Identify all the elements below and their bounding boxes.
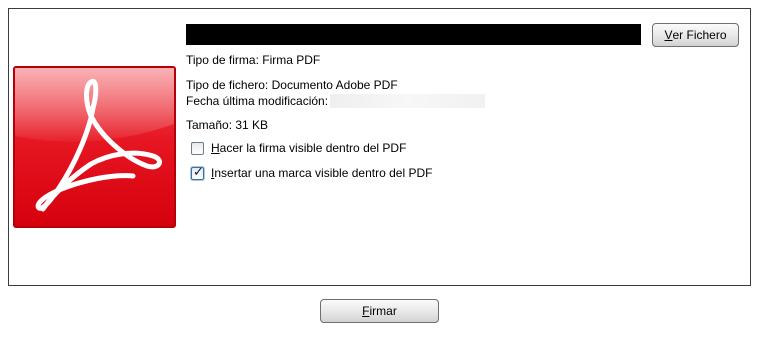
last-modified-label: Fecha última modificación: bbox=[186, 94, 329, 108]
visible-signature-mnemonic: H bbox=[211, 141, 220, 155]
visible-signature-label[interactable]: Hacer la firma visible dentro del PDF bbox=[211, 141, 406, 155]
view-file-label: er Fichero bbox=[672, 28, 727, 42]
last-modified-row: Fecha última modificación: bbox=[186, 94, 486, 108]
file-type-text: Tipo de fichero: Documento Adobe PDF bbox=[186, 78, 398, 92]
filename-field bbox=[186, 24, 641, 45]
sign-label: irmar bbox=[369, 304, 397, 318]
visible-mark-checkbox[interactable]: ✓ bbox=[191, 164, 204, 180]
sign-mnemonic: F bbox=[362, 304, 370, 318]
sign-button[interactable]: Firmar bbox=[320, 299, 439, 323]
checkmark-icon: ✓ bbox=[193, 164, 204, 180]
visible-mark-option[interactable]: ✓ Insertar una marca visible dentro del … bbox=[191, 164, 432, 180]
last-modified-value bbox=[330, 94, 486, 108]
visible-signature-text: acer la firma visible dentro del PDF bbox=[219, 141, 407, 155]
file-size-text: Tamaño: 31 KB bbox=[186, 118, 269, 132]
view-file-button[interactable]: Ver Fichero bbox=[652, 23, 739, 47]
adobe-pdf-icon bbox=[13, 66, 176, 228]
visible-mark-text: nsertar una marca visible dentro del PDF bbox=[214, 166, 433, 180]
document-info-panel: Ver Fichero Tipo de firma: Firma PDF Tip… bbox=[8, 8, 751, 286]
visible-mark-label[interactable]: Insertar una marca visible dentro del PD… bbox=[211, 166, 432, 180]
visible-signature-option[interactable]: Hacer la firma visible dentro del PDF bbox=[191, 141, 406, 155]
signature-type-text: Tipo de firma: Firma PDF bbox=[186, 53, 321, 67]
view-file-mnemonic: V bbox=[664, 28, 673, 42]
visible-signature-checkbox[interactable] bbox=[191, 141, 204, 155]
